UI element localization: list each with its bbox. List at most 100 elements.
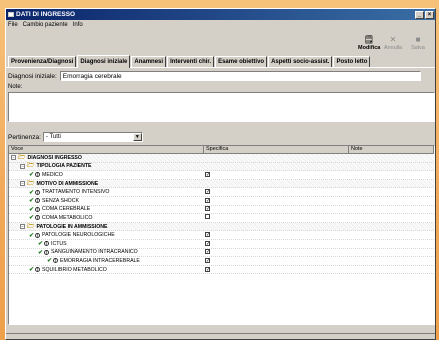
specifica-checkbox[interactable] bbox=[205, 214, 210, 220]
checkmark-icon: ✔ bbox=[29, 232, 35, 239]
info-icon[interactable]: i bbox=[35, 172, 41, 178]
specifica-cell: ✓ bbox=[204, 232, 349, 238]
grid-body: − 🗁 DIAGNOSI INGRESSO − 🗁 TIPOLOGIA PAZIENTE ✔… bbox=[9, 154, 434, 275]
specifica-checkbox[interactable]: ✓ bbox=[205, 189, 210, 195]
close-button[interactable]: × bbox=[425, 10, 434, 19]
checkmark-icon: ✔ bbox=[47, 258, 53, 265]
info-icon[interactable]: i bbox=[35, 189, 41, 195]
voce-cell: ✔ i SENZA SHOCK bbox=[9, 197, 204, 205]
table-row[interactable]: − 🗁 PATOLOGIE IN AMMISSIONE bbox=[9, 222, 434, 232]
collapse-toggle-icon[interactable]: − bbox=[20, 181, 25, 187]
specifica-cell: ✓ bbox=[204, 206, 349, 212]
info-icon[interactable]: i bbox=[35, 215, 41, 221]
table-row[interactable]: ✔ i SQUILIBRIO METABOLICO ✓ bbox=[9, 266, 434, 275]
table-row[interactable]: ✔ i COMA CEREBRALE ✓ bbox=[9, 206, 434, 215]
annulla-button[interactable]: ✕ Annulla bbox=[382, 35, 404, 51]
info-icon[interactable]: i bbox=[35, 206, 41, 212]
voce-cell: ✔ i EMORRAGIA INTRACEREBRALE bbox=[9, 257, 204, 265]
info-icon[interactable]: i bbox=[35, 198, 41, 204]
menu-info[interactable]: Info bbox=[73, 22, 83, 28]
tab-anamnesi[interactable]: Anamnesi bbox=[131, 56, 167, 67]
specifica-checkbox[interactable]: ✓ bbox=[205, 232, 210, 238]
table-row[interactable]: − 🗁 TIPOLOGIA PAZIENTE bbox=[9, 161, 434, 172]
voce-cell: ✔ i COMA METABOLICO bbox=[9, 214, 204, 222]
modifica-button[interactable]: 🗒 Modifica bbox=[358, 35, 380, 51]
specifica-cell: ✓ bbox=[204, 249, 349, 255]
tab-aspetti-socio-assist[interactable]: Aspetti socio-assist. bbox=[268, 56, 333, 67]
table-row[interactable]: ✔ i ICTUS ✓ bbox=[9, 240, 434, 249]
voce-label: PATOLOGIE NEUROLOGICHE bbox=[42, 232, 115, 239]
checkmark-icon: ✔ bbox=[29, 172, 35, 179]
table-row[interactable]: ✔ i PATOLOGIE NEUROLOGICHE ✓ bbox=[9, 231, 434, 240]
minimize-button[interactable]: _ bbox=[415, 10, 424, 19]
info-icon[interactable]: i bbox=[44, 241, 50, 247]
salva-button[interactable]: ■ Salva bbox=[407, 35, 429, 51]
specifica-checkbox[interactable]: ✓ bbox=[205, 240, 210, 246]
header-specifica[interactable]: Specifica bbox=[204, 146, 349, 154]
specifica-checkbox[interactable]: ✓ bbox=[205, 266, 210, 272]
main-window: DATI DI INGRESSO _ × File Cambio pazient… bbox=[5, 8, 436, 340]
checkmark-icon: ✔ bbox=[38, 241, 44, 248]
checkmark-icon: ✔ bbox=[29, 206, 35, 213]
tab-posto-letto[interactable]: Posto letto bbox=[333, 56, 371, 67]
table-row[interactable]: − 🗁 MOTIVO DI AMMISSIONE bbox=[9, 179, 434, 189]
window-title: DATI DI INGRESSO bbox=[16, 11, 76, 18]
voce-cell: ✔ i ICTUS bbox=[9, 240, 204, 248]
voce-label: TIPOLOGIA PAZIENTE bbox=[36, 163, 92, 170]
specifica-checkbox[interactable]: ✓ bbox=[205, 249, 210, 255]
info-icon[interactable]: i bbox=[35, 267, 41, 273]
menu-bar: File Cambio paziente Info bbox=[6, 20, 435, 30]
note-textarea[interactable] bbox=[8, 92, 435, 122]
voce-label: MEDICO bbox=[42, 171, 63, 178]
edit-icon: 🗒 bbox=[363, 35, 375, 44]
folder-icon: 🗁 bbox=[27, 163, 35, 170]
specifica-checkbox[interactable]: ✓ bbox=[205, 257, 210, 263]
checkmark-icon: ✔ bbox=[29, 267, 35, 274]
voce-cell: − 🗁 PATOLOGIE IN AMMISSIONE bbox=[9, 222, 204, 232]
tab-esame-obiettivo[interactable]: Esame obiettivo bbox=[215, 56, 268, 67]
info-icon[interactable]: i bbox=[44, 249, 50, 255]
header-note[interactable]: Note bbox=[349, 146, 434, 154]
collapse-toggle-icon[interactable]: − bbox=[11, 155, 16, 161]
voce-label: EMORRAGIA INTRACEREBRALE bbox=[60, 257, 140, 264]
specifica-cell: ✓ bbox=[204, 171, 349, 178]
voce-label: MOTIVO DI AMMISSIONE bbox=[36, 180, 99, 187]
info-icon[interactable]: i bbox=[35, 232, 41, 238]
specifica-cell: ✓ bbox=[204, 197, 349, 204]
title-bar: DATI DI INGRESSO _ × bbox=[6, 9, 435, 20]
voce-label: PATOLOGIE IN AMMISSIONE bbox=[36, 223, 108, 230]
collapse-toggle-icon[interactable]: − bbox=[20, 163, 25, 169]
table-row[interactable]: ✔ i TRATTAMENTO INTENSIVO ✓ bbox=[9, 188, 434, 197]
specifica-checkbox[interactable]: ✓ bbox=[205, 206, 210, 212]
voce-cell: − 🗁 TIPOLOGIA PAZIENTE bbox=[9, 161, 204, 171]
tab-strip: Provenienza/Diagnosi Diagnosi iniziale A… bbox=[6, 55, 435, 68]
toolbar: 🗒 Modifica ✕ Annulla ■ Salva bbox=[6, 30, 435, 55]
diagnosi-input[interactable]: Emorragia cerebrale bbox=[59, 71, 421, 81]
table-row[interactable]: ✔ i SANGUINAMENTO INTRACRANICO ✓ bbox=[9, 249, 434, 258]
diagnosi-panel: Diagnosi iniziale: Emorragia cerebrale N… bbox=[6, 68, 435, 338]
voce-grid: Voce Specifica Note − 🗁 DIAGNOSI INGRESSO −… bbox=[8, 145, 435, 325]
tab-interventi-chir[interactable]: Interventi chir. bbox=[167, 56, 215, 67]
voce-label: COMA CEREBRALE bbox=[42, 206, 91, 213]
voce-cell: ✔ i COMA CEREBRALE bbox=[9, 206, 204, 213]
checkmark-icon: ✔ bbox=[29, 189, 35, 196]
voce-label: SQUILIBRIO METABOLICO bbox=[42, 266, 107, 273]
table-row[interactable]: ✔ i EMORRAGIA INTRACEREBRALE ✓ bbox=[9, 257, 434, 266]
info-icon[interactable]: i bbox=[53, 258, 59, 264]
voce-cell: ✔ i SANGUINAMENTO INTRACRANICO bbox=[9, 249, 204, 256]
voce-label: DIAGNOSI INGRESSO bbox=[27, 154, 82, 161]
status-bar bbox=[6, 333, 435, 339]
menu-cambio-paziente[interactable]: Cambio paziente bbox=[23, 22, 68, 28]
note-label: Note: bbox=[8, 84, 23, 90]
voce-label: ICTUS bbox=[51, 240, 67, 247]
specifica-checkbox[interactable]: ✓ bbox=[205, 171, 210, 177]
voce-cell: ✔ i SQUILIBRIO METABOLICO bbox=[9, 266, 204, 274]
tab-diagnosi-iniziale[interactable]: Diagnosi iniziale bbox=[77, 55, 131, 68]
menu-file[interactable]: File bbox=[8, 22, 18, 28]
pertinenza-select[interactable]: - Tutti ▼ bbox=[42, 132, 143, 142]
specifica-checkbox[interactable]: ✓ bbox=[205, 197, 210, 203]
tab-provenienza-diagnosi[interactable]: Provenienza/Diagnosi bbox=[8, 56, 77, 67]
chevron-down-icon[interactable]: ▼ bbox=[132, 133, 142, 141]
table-row[interactable]: ✔ i SENZA SHOCK ✓ bbox=[9, 197, 434, 206]
collapse-toggle-icon[interactable]: − bbox=[20, 224, 25, 230]
